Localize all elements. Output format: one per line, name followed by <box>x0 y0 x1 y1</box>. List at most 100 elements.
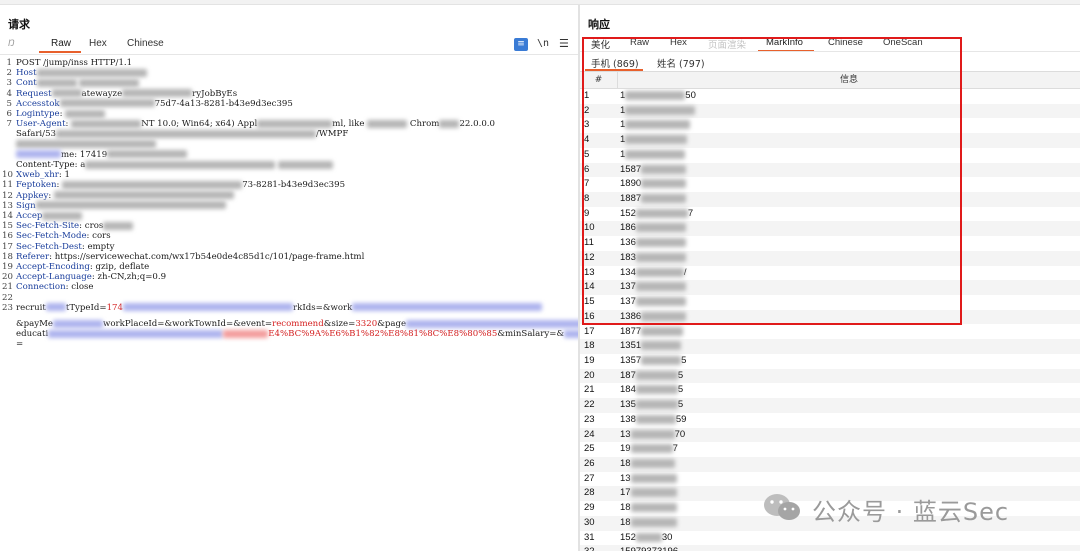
line-text: &payMe workPlaceId=&workTownId=&event=rec… <box>16 319 657 329</box>
newline-icon[interactable]: \n <box>537 38 549 49</box>
table-row[interactable]: 13 134 / <box>580 266 1080 281</box>
header-key: Connection <box>16 282 66 293</box>
header-key: Request <box>16 88 52 99</box>
line-fragment: NT 10.0; Win64; x64) Appl <box>141 119 258 130</box>
table-row[interactable]: 51 <box>580 148 1080 163</box>
tab-onescan[interactable]: OneScan <box>883 37 923 48</box>
header-key: Referer <box>16 251 50 262</box>
line-number: 23 <box>2 302 13 313</box>
request-line: 17 Sec-Fetch-Dest: empty <box>0 242 578 252</box>
table-row[interactable]: 11 136 <box>580 236 1080 251</box>
table-row[interactable]: 9 152 7 <box>580 207 1080 222</box>
param-value: recommend <box>272 319 324 329</box>
tab-chinese[interactable]: Chinese <box>828 37 863 48</box>
table-row[interactable]: 22 135 5 <box>580 398 1080 413</box>
table-row[interactable]: 25 19 7 <box>580 442 1080 457</box>
tab-render[interactable]: 页面渲染 <box>708 37 746 51</box>
redacted-block <box>635 400 678 410</box>
tab-raw[interactable]: Raw <box>630 37 649 48</box>
table-row[interactable]: 12 183 <box>580 250 1080 266</box>
table-row[interactable]: 41 <box>580 133 1080 148</box>
request-tab-raw[interactable]: Raw <box>51 38 71 49</box>
tab-beautify[interactable]: 美化 <box>591 37 610 51</box>
row-number: 30 <box>584 516 595 528</box>
table-row[interactable]: 24 13 70 <box>580 427 1080 443</box>
subtab-name[interactable]: 姓名 (797) <box>657 56 705 70</box>
row-number: 12 <box>584 251 595 263</box>
line-fragment: 22.0.0.0 <box>459 119 496 130</box>
header-key: Accep <box>16 211 43 221</box>
line-fragment: ryJobByEs <box>192 88 238 99</box>
table-row[interactable]: 15 137 <box>580 295 1080 310</box>
table-row[interactable]: 29 18 <box>580 501 1080 516</box>
table-row[interactable]: 26 18 <box>580 457 1080 472</box>
table-row[interactable]: 6 1587 <box>580 162 1080 178</box>
line-fragment: rkIds=&work <box>293 302 353 313</box>
table-row[interactable]: 20 187 5 <box>580 368 1080 384</box>
table-row[interactable]: 8 1887 <box>580 192 1080 207</box>
phone-prefix: 138 <box>620 413 636 425</box>
column-header-number[interactable]: # <box>580 72 618 88</box>
table-row[interactable]: 27 13 <box>580 472 1080 487</box>
redacted-block <box>630 517 677 527</box>
table-row[interactable]: 16 1386 <box>580 309 1080 325</box>
column-header-info[interactable]: 信息 <box>618 72 1080 88</box>
table-row[interactable]: 21 184 5 <box>580 383 1080 398</box>
phone-prefix: 13 <box>620 472 631 484</box>
phone-prefix: 18 <box>620 516 631 528</box>
line-number: 22 <box>2 292 13 303</box>
phone-prefix: 17 <box>620 487 631 499</box>
table-row[interactable]: 17 1877 <box>580 325 1080 340</box>
redacted-block <box>107 150 188 159</box>
phone-prefix: 152 <box>620 207 636 219</box>
request-line: &payMe workPlaceId=&workTownId=&event=rec… <box>0 319 657 329</box>
line-fragment: 75d7-4a13-8281-b43e9d3ec395 <box>154 98 293 109</box>
response-tabs: 美化 Raw Hex 页面渲染 MarkInfo Chinese OneScan <box>580 35 1080 52</box>
redacted-block <box>439 119 460 128</box>
header-key: Appkey <box>16 190 49 201</box>
table-row[interactable]: 28 17 <box>580 486 1080 502</box>
menu-icon[interactable]: ☰ <box>559 37 569 50</box>
request-tab-chinese[interactable]: Chinese <box>127 38 164 49</box>
table-row[interactable]: 7 1890 <box>580 177 1080 192</box>
phone-suffix: 70 <box>674 428 686 440</box>
line-text: Xweb_xhr: 1 <box>16 170 70 180</box>
header-key: Logintype <box>16 109 60 119</box>
pretty-icon[interactable]: Ŋ <box>8 38 15 48</box>
table-row[interactable]: 23 138 59 <box>580 413 1080 428</box>
request-editor[interactable]: 1 POST /jump/inss HTTP/1.1 2 Host 3 Cont 4 Req… <box>0 54 657 549</box>
table-row[interactable]: 14 137 <box>580 280 1080 296</box>
request-line: me: 17419 <box>0 150 578 160</box>
word-wrap-icon[interactable]: ≡ <box>514 38 528 51</box>
row-phone-value: 18 <box>620 501 677 516</box>
request-line: 5 Accesstok 75d7-4a13-8281-b43e9d3ec395 <box>0 99 578 109</box>
redacted-block <box>625 149 686 159</box>
line-text: Sec-Fetch-Mode: cors <box>16 231 111 241</box>
line-number: 5 <box>6 98 12 109</box>
table-row[interactable]: 32 15979373196 <box>580 545 1080 551</box>
table-row[interactable]: 31 152 30 <box>580 531 1080 546</box>
table-row[interactable]: 10 186 <box>580 221 1080 237</box>
row-phone-value: 1 <box>620 118 691 133</box>
line-fragment: POST /jump/inss HTTP/1.1 <box>16 58 133 68</box>
table-row[interactable]: 18 1351 <box>580 339 1080 354</box>
phone-prefix: 18 <box>620 502 631 514</box>
tab-hex[interactable]: Hex <box>670 37 687 48</box>
table-row[interactable]: 30 18 <box>580 515 1080 531</box>
table-row[interactable]: 1 1 50 <box>580 89 1080 104</box>
redacted-block <box>635 297 686 307</box>
table-row[interactable]: 31 <box>580 118 1080 133</box>
table-row[interactable]: 19 1357 5 <box>580 354 1080 369</box>
redacted-block <box>630 488 677 498</box>
redacted-block <box>36 78 77 87</box>
row-number: 20 <box>584 369 595 381</box>
phone-prefix: 1877 <box>620 325 642 337</box>
row-phone-value: 18 <box>620 516 677 531</box>
header-key: Sign <box>16 200 36 211</box>
line-fragment: : cors <box>86 231 111 242</box>
table-row[interactable]: 21 <box>580 103 1080 119</box>
subtab-phone[interactable]: 手机 (869) <box>591 56 639 70</box>
phone-prefix: 18 <box>620 458 631 469</box>
tab-markinfo[interactable]: MarkInfo <box>766 37 803 48</box>
request-tab-hex[interactable]: Hex <box>89 38 107 49</box>
